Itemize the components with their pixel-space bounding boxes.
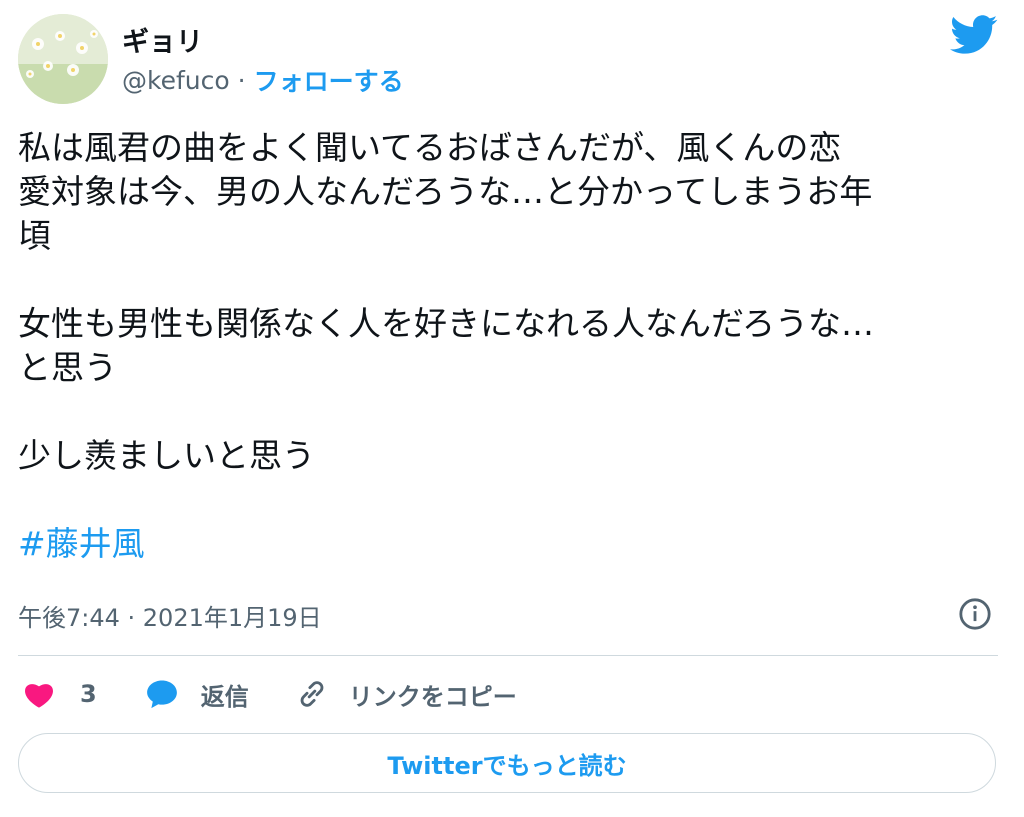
action-bar: 3 返信 リンクをコピー [22, 672, 517, 716]
copy-link-label: リンクをコピー [348, 682, 517, 711]
reply-bubble-icon [146, 680, 177, 709]
read-more-button[interactable]: Twitterでもっと読む [18, 733, 996, 793]
like-button[interactable]: 3 [22, 677, 97, 711]
tweet-timestamp[interactable]: 午後7:44 · 2021年1月19日 [18, 598, 322, 633]
avatar[interactable] [18, 14, 108, 104]
reply-label: 返信 [200, 682, 249, 711]
avatar-image [18, 14, 108, 104]
follow-button[interactable]: フォローする [254, 62, 404, 98]
like-count: 3 [80, 680, 97, 708]
hashtag-link[interactable]: #藤井風 [18, 524, 145, 563]
link-icon [300, 681, 324, 707]
twitter-bird-icon[interactable] [950, 14, 998, 56]
tweet-text: 私は風君の曲をよく聞いてるおばさんだが、風くんの恋 愛対象は今、男の人なんだろう… [18, 128, 875, 475]
reply-button[interactable]: 返信 [145, 677, 249, 712]
author-handle-row: @kefuco · フォローする [122, 62, 404, 98]
info-icon[interactable] [958, 597, 992, 631]
copy-link-button[interactable]: リンクをコピー [295, 677, 517, 712]
heart-icon [25, 684, 53, 708]
divider [18, 655, 998, 656]
separator-dot: · [237, 65, 246, 95]
author-handle[interactable]: @kefuco [122, 66, 230, 95]
read-more-label: Twitterでもっと読む [387, 751, 627, 780]
tweet-body: 私は風君の曲をよく聞いてるおばさんだが、風くんの恋 愛対象は今、男の人なんだろう… [18, 126, 1008, 566]
author-name[interactable]: ギョリ [122, 20, 203, 59]
